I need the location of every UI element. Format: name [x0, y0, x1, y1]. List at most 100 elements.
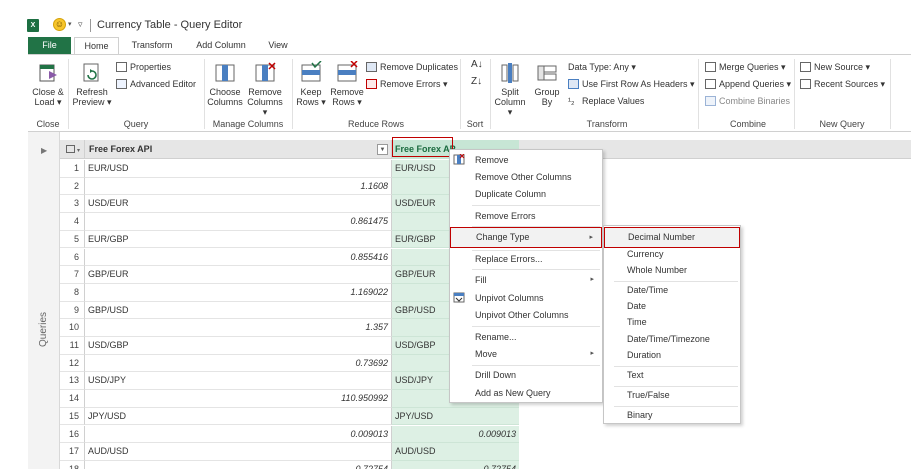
menu-item-add-as-new-query[interactable]: Add as New Query — [450, 384, 602, 402]
table-cell[interactable]: USD/GBP — [85, 337, 392, 355]
menu-item-replace-errors[interactable]: Replace Errors... — [450, 250, 602, 268]
use-first-row-headers-button[interactable]: Use First Row As Headers ▾ — [568, 78, 695, 90]
type-currency[interactable]: Currency — [604, 246, 740, 262]
table-cell[interactable]: 1.1608 — [85, 177, 392, 196]
table-cell[interactable]: 1.357 — [85, 319, 392, 337]
tab-file[interactable]: File — [28, 37, 71, 54]
refresh-preview-button[interactable]: Refresh Preview ▾ — [72, 61, 112, 107]
tab-home[interactable]: Home — [74, 37, 119, 54]
choose-columns-button[interactable]: Choose Columns — [207, 61, 243, 107]
table-cell[interactable]: AUD/USD — [85, 443, 392, 461]
recent-sources-label: Recent Sources — [814, 79, 879, 89]
column-header-free-forex-api[interactable]: Free Forex API ▼ — [85, 140, 392, 159]
qat-dropdown-icon[interactable]: ▾ — [68, 20, 72, 28]
table-cell[interactable]: 110.950992 — [85, 390, 392, 408]
feedback-smiley-icon[interactable]: ☺ — [53, 18, 66, 31]
type-whole-number[interactable]: Whole Number — [604, 262, 740, 278]
table-cell[interactable]: 0.861475 — [85, 213, 392, 231]
table-cell[interactable]: AUD/USD — [392, 443, 519, 461]
type-decimal-number[interactable]: Decimal Number — [604, 227, 740, 248]
append-queries-button[interactable]: Append Queries ▾ — [705, 78, 791, 90]
type-label: True/False — [627, 390, 670, 400]
menu-item-change-type[interactable]: Change Type ▸ — [450, 227, 602, 248]
remove-rows-button[interactable]: Remove Rows ▾ — [329, 61, 365, 107]
table-cell[interactable]: 1.169022 — [85, 283, 392, 302]
type-date-time-timezone[interactable]: Date/Time/Timezone — [604, 331, 740, 347]
advanced-editor-button[interactable]: Advanced Editor — [116, 78, 196, 90]
title-bar: X ☺ ▾ ▿ Currency Table - Query Editor — [0, 0, 911, 36]
table-cell[interactable]: 0.855416 — [85, 248, 392, 267]
type-text[interactable]: Text — [604, 367, 740, 383]
unpivot-columns-icon — [453, 292, 465, 303]
menu-separator — [472, 269, 600, 270]
menu-item-unpivot-columns[interactable]: Unpivot Columns — [450, 289, 602, 307]
menu-item-duplicate-column[interactable]: Duplicate Column — [450, 185, 602, 203]
table-cell[interactable]: EUR/GBP — [85, 230, 392, 249]
queries-pane[interactable]: ▶ Queries — [28, 132, 60, 469]
table-cell[interactable]: 0.72754 — [392, 460, 519, 469]
row-number: 7 — [60, 266, 85, 284]
column-filter-dropdown-icon[interactable]: ▼ — [377, 144, 388, 155]
table-cell[interactable]: JPY/USD — [392, 407, 519, 426]
menu-item-drill-down[interactable]: Drill Down — [450, 366, 602, 384]
split-column-label-2: Column — [494, 97, 526, 107]
table-cell[interactable]: 0.009013 — [85, 425, 392, 444]
data-type-label: Data Type: Any — [568, 62, 629, 72]
data-type-dropdown[interactable]: Data Type: Any ▾ — [568, 61, 636, 73]
remove-duplicates-button[interactable]: Remove Duplicates — [366, 61, 458, 73]
menu-item-fill[interactable]: Fill ▸ — [450, 271, 602, 289]
type-time[interactable]: Time — [604, 314, 740, 330]
table-cell[interactable]: JPY/USD — [85, 407, 392, 426]
table-cell[interactable]: 0.72754 — [85, 460, 392, 469]
menu-separator — [472, 326, 600, 327]
new-source-icon — [800, 62, 811, 72]
remove-rows-label-1: Remove — [330, 87, 364, 97]
type-label: Currency — [627, 249, 664, 259]
replace-values-button[interactable]: ¹₂ Replace Values — [568, 95, 644, 107]
new-source-button[interactable]: New Source ▾ — [800, 61, 870, 73]
tab-transform[interactable]: Transform — [124, 37, 180, 54]
type-true-false[interactable]: True/False — [604, 387, 740, 403]
change-type-submenu: Decimal Number Currency Whole Number Dat… — [603, 225, 741, 424]
menu-item-rename[interactable]: Rename... — [450, 328, 602, 346]
row-number: 5 — [60, 230, 85, 249]
table-cell[interactable]: USD/JPY — [85, 372, 392, 391]
menu-item-label: Change Type — [476, 232, 530, 242]
menu-item-remove-errors[interactable]: Remove Errors — [450, 207, 602, 225]
properties-button[interactable]: Properties — [116, 61, 171, 73]
group-by-button[interactable]: Group By — [531, 61, 563, 107]
type-duration[interactable]: Duration — [604, 347, 740, 363]
advanced-editor-icon — [116, 79, 127, 89]
row-number: 9 — [60, 301, 85, 320]
table-cell[interactable]: USD/EUR — [85, 195, 392, 214]
table-cell[interactable]: 0.009013 — [392, 425, 519, 444]
menu-item-label: Add as New Query — [475, 388, 551, 398]
expand-queries-icon[interactable]: ▶ — [41, 146, 47, 155]
sort-ascending-button[interactable]: A↓ — [471, 59, 483, 71]
menu-item-unpivot-other-columns[interactable]: Unpivot Other Columns — [450, 306, 602, 324]
close-load-button[interactable]: Close & Load ▾ — [30, 61, 66, 107]
split-column-button[interactable]: Split Column ▾ — [493, 61, 527, 117]
merge-queries-button[interactable]: Merge Queries ▾ — [705, 61, 786, 73]
remove-errors-button[interactable]: Remove Errors ▾ — [366, 78, 448, 90]
menu-item-remove-other-columns[interactable]: Remove Other Columns — [450, 168, 602, 186]
remove-columns-button[interactable]: Remove Columns ▾ — [245, 61, 285, 117]
tab-view[interactable]: View — [263, 37, 293, 54]
type-binary[interactable]: Binary — [604, 407, 740, 423]
qat-customize-icon[interactable]: ▿ — [78, 19, 83, 30]
table-cell[interactable]: EUR/USD — [85, 160, 392, 178]
type-date[interactable]: Date — [604, 298, 740, 314]
table-menu-button[interactable]: ▾ — [60, 140, 85, 159]
type-date-time[interactable]: Date/Time — [604, 282, 740, 298]
tab-add-column[interactable]: Add Column — [192, 37, 250, 54]
table-cell[interactable]: GBP/USD — [85, 301, 392, 320]
split-column-label-1: Split — [501, 87, 519, 97]
table-cell[interactable]: GBP/EUR — [85, 266, 392, 284]
sort-descending-button[interactable]: Z↓ — [471, 76, 482, 88]
menu-item-remove[interactable]: Remove — [450, 151, 602, 169]
menu-item-move[interactable]: Move ▸ — [450, 345, 602, 363]
table-cell[interactable]: 0.73692 — [85, 354, 392, 373]
keep-rows-button[interactable]: Keep Rows ▾ — [295, 61, 327, 107]
combine-binaries-button[interactable]: Combine Binaries — [705, 95, 790, 107]
recent-sources-button[interactable]: Recent Sources ▾ — [800, 78, 885, 90]
